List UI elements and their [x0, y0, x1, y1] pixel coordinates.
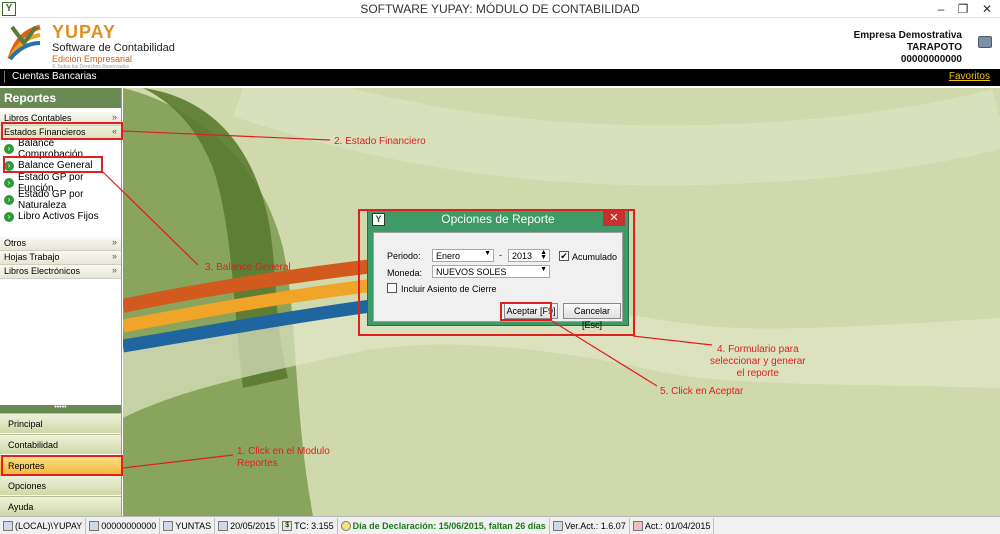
status-bar: (LOCAL)\YUPAY 00000000000 YUNTAS 20/05/2… — [0, 516, 1000, 534]
status-tc-text: TC: 3.155 — [294, 520, 334, 531]
version-check-icon — [552, 520, 563, 531]
chevron-down-icon: » — [111, 251, 117, 261]
module-opciones[interactable]: Opciones — [0, 475, 121, 495]
sidebar-item-balance-comprobacion[interactable]: › Balance Comprobación — [0, 138, 121, 160]
group-hojas-trabajo[interactable]: Hojas Trabajo » — [0, 251, 121, 265]
company-city: TARAPOTO — [906, 42, 962, 53]
yupay-logo — [6, 23, 44, 63]
sidebar-title: Reportes — [0, 88, 121, 108]
chevron-down-icon: » — [111, 237, 117, 247]
app-header: YUPAY Software de Contabilidad Edición E… — [0, 18, 1000, 70]
status-declaracion-text: Día de Declaración: 15/06/2015, faltan 2… — [352, 520, 546, 531]
arrow-right-icon: › — [4, 177, 14, 188]
top-nav-bar: Cuentas Bancarias Favoritos — [0, 69, 1000, 86]
sidebar-item-estado-gp-naturaleza[interactable]: › Estado GP por Naturaleza — [0, 188, 121, 211]
annotation-step-2: 2. Estado Financiero — [334, 136, 426, 147]
status-ruc: 00000000000 — [86, 517, 161, 534]
calendar-icon — [632, 520, 643, 531]
window-title-bar: Y SOFTWARE YUPAY: MÓDULO DE CONTABILIDAD… — [0, 0, 1000, 18]
status-update-text: Act.: 01/04/2015 — [644, 520, 711, 531]
company-ruc: 00000000000 — [900, 54, 962, 65]
minimize-button[interactable]: – — [930, 1, 952, 17]
annotation-box-balance — [3, 156, 103, 173]
status-server: (LOCAL)\YUPAY — [0, 517, 87, 534]
annotation-step-1: 1. Click en el Modulo Reportes — [237, 446, 330, 469]
sidebar: Reportes Libros Contables » Estados Fina… — [0, 88, 122, 516]
sidebar-item-label: Estado GP por Naturaleza — [18, 188, 84, 211]
calendar-icon — [218, 520, 229, 531]
window-title: SOFTWARE YUPAY: MÓDULO DE CONTABILIDAD — [360, 2, 640, 16]
module-ayuda[interactable]: Ayuda — [0, 496, 121, 516]
annotation-step-3: 3. Balance General — [205, 262, 291, 273]
sidebar-item-label: Libro Activos Fijos — [18, 211, 99, 222]
id-card-icon — [89, 520, 100, 531]
arrow-right-icon: › — [4, 143, 14, 154]
splitter-handle[interactable]: ••••• — [0, 404, 121, 413]
company-settings-icon[interactable] — [978, 36, 992, 48]
group-label: Libros Electrónicos — [4, 266, 81, 276]
arrow-right-icon: › — [4, 194, 14, 205]
close-button[interactable]: ✕ — [976, 1, 998, 17]
annotation-step-5: 5. Click en Aceptar — [660, 386, 744, 397]
brand-subtitle: Software de Contabilidad — [52, 42, 175, 54]
chevron-down-icon: » — [111, 265, 117, 275]
status-ruc-text: 00000000000 — [101, 520, 157, 531]
company-name: Empresa Demostrativa — [853, 30, 962, 41]
annotation-box-reportes — [1, 455, 123, 476]
status-date: 20/05/2015 — [215, 517, 280, 534]
module-principal[interactable]: Principal — [0, 413, 121, 433]
status-user-text: YUNTAS — [175, 520, 212, 531]
server-icon — [3, 520, 13, 531]
favorites-link[interactable]: Favoritos — [949, 71, 990, 82]
status-server-text: (LOCAL)\YUPAY — [15, 520, 83, 531]
sidebar-item-libro-activos-fijos[interactable]: › Libro Activos Fijos — [0, 208, 121, 225]
status-tc: $ TC: 3.155 — [279, 517, 338, 534]
company-info: Empresa Demostrativa TARAPOTO 0000000000… — [854, 30, 962, 66]
breadcrumb-separator — [4, 71, 5, 83]
breadcrumb[interactable]: Cuentas Bancarias — [12, 71, 97, 82]
chevron-down-icon: » — [111, 112, 117, 122]
status-update: Act.: 01/04/2015 — [630, 517, 715, 534]
dollar-icon: $ — [282, 520, 293, 531]
module-contabilidad[interactable]: Contabilidad — [0, 434, 121, 454]
restore-button[interactable]: ❐ — [952, 1, 974, 17]
user-icon — [163, 520, 174, 531]
annotation-box-estados — [1, 122, 123, 140]
annotation-box-accept — [500, 302, 552, 321]
annotation-step-4: 4. Formulario para seleccionar y generar… — [710, 344, 806, 379]
group-label: Otros — [4, 238, 27, 248]
status-version-text: Ver.Act.: 1.6.07 — [564, 520, 626, 531]
status-date-text: 20/05/2015 — [230, 520, 276, 531]
status-user: YUNTAS — [160, 517, 216, 534]
group-label: Hojas Trabajo — [4, 252, 60, 262]
arrow-right-icon: › — [4, 211, 14, 222]
group-libros-electronicos[interactable]: Libros Electrónicos » — [0, 265, 121, 279]
status-declaracion: Día de Declaración: 15/06/2015, faltan 2… — [338, 517, 550, 534]
brand-name: YUPAY — [52, 22, 117, 42]
group-otros[interactable]: Otros » — [0, 237, 121, 251]
lightbulb-icon — [340, 520, 351, 531]
brand-edition: Edición Empresarial — [52, 54, 133, 64]
annotation-box-dialog — [358, 209, 635, 336]
status-version: Ver.Act.: 1.6.07 — [550, 517, 630, 534]
